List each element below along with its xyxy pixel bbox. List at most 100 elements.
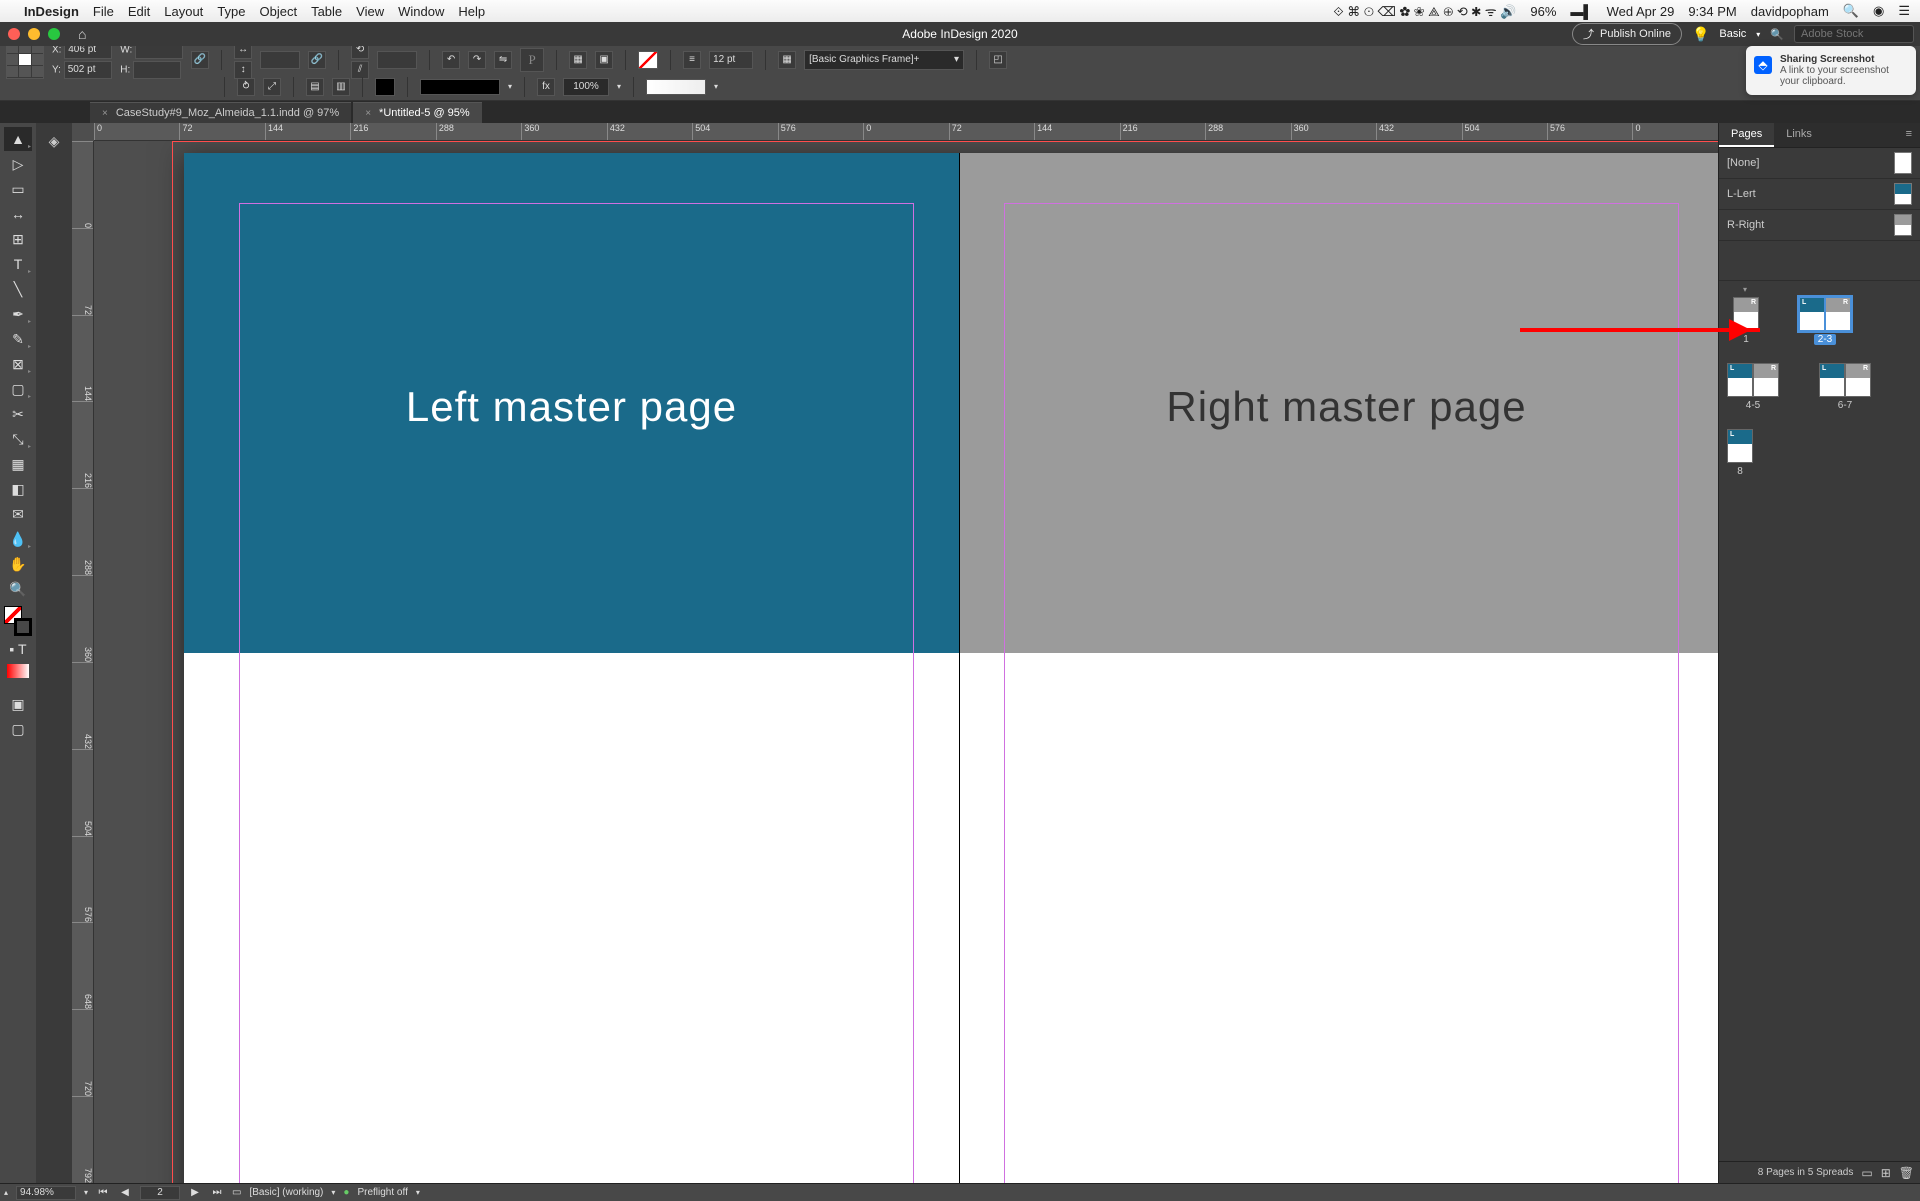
zoom-level-field[interactable]: 94.98% xyxy=(16,1186,76,1200)
document-canvas[interactable]: 0721442162883604325045760721442162883604… xyxy=(72,123,1718,1183)
help-icon[interactable]: 💡 xyxy=(1692,26,1709,43)
menu-file[interactable]: File xyxy=(93,4,114,19)
effects-preview[interactable] xyxy=(646,79,706,95)
apply-gradient-icon[interactable] xyxy=(7,664,29,678)
menu-layout[interactable]: Layout xyxy=(164,4,203,19)
scissors-tool[interactable]: ✂ xyxy=(4,402,32,426)
paragraph-icon[interactable]: P xyxy=(520,48,544,72)
current-page-field[interactable]: 2 xyxy=(140,1186,180,1200)
apply-color-icon[interactable]: ▪ T xyxy=(4,637,32,661)
notification-center-icon[interactable]: ☰ xyxy=(1898,3,1910,19)
horizontal-ruler[interactable]: 0721442162883604325045760721442162883604… xyxy=(94,123,1718,141)
app-name[interactable]: InDesign xyxy=(24,4,79,19)
flip-both-icon[interactable]: ⤢ xyxy=(263,78,281,96)
adobe-stock-search[interactable] xyxy=(1794,25,1914,43)
constrain-scale-icon[interactable]: 🔗 xyxy=(308,51,326,69)
right-page-text[interactable]: Right master page xyxy=(959,383,1718,431)
layers-panel-icon[interactable]: ◈ xyxy=(42,129,66,153)
chevron-down-icon[interactable]: ▾ xyxy=(1743,285,1747,294)
effects-icon[interactable]: fx xyxy=(537,78,555,96)
stroke-style-dropdown[interactable] xyxy=(420,79,500,95)
constrain-icon[interactable]: 🔗 xyxy=(191,51,209,69)
chevron-down-icon[interactable]: ▾ xyxy=(84,1188,88,1197)
master-item[interactable]: L-Lert xyxy=(1719,179,1920,210)
menu-table[interactable]: Table xyxy=(311,4,342,19)
stroke-weight-field[interactable] xyxy=(709,51,753,69)
gap-tool[interactable]: ↔ xyxy=(4,202,32,226)
left-page[interactable]: Left master page 2 xyxy=(184,153,959,1183)
stroke-swatch[interactable] xyxy=(375,78,395,96)
panel-menu-icon[interactable]: ≡ xyxy=(1898,123,1920,147)
menubar-extra-icons[interactable]: ⟐ ⌘ ⊙ ⌫ ✿ ❀ ⟁ ⊕ ⟲ ✱ ᯤ 🔊 xyxy=(1333,2,1516,20)
note-tool[interactable]: ✉ xyxy=(4,502,32,526)
menu-edit[interactable]: Edit xyxy=(128,4,150,19)
page-thumb[interactable]: LR 6-7 xyxy=(1819,363,1871,411)
select-container-icon[interactable]: ▦ xyxy=(569,51,587,69)
selection-tool[interactable]: ▲▸ xyxy=(4,127,32,151)
text-wrap-icon[interactable]: ▦ xyxy=(778,51,796,69)
publish-online-button[interactable]: ⤴ Publish Online xyxy=(1572,23,1682,45)
eyedropper-tool[interactable]: 💧▸ xyxy=(4,527,32,551)
workspace-switcher[interactable]: Basic xyxy=(1719,28,1746,40)
object-style-dropdown[interactable]: [Basic Graphics Frame]+▾ xyxy=(804,50,964,70)
y-field[interactable] xyxy=(64,61,112,79)
pencil-tool[interactable]: ✎▸ xyxy=(4,327,32,351)
scale-y-icon[interactable]: ↕ xyxy=(234,61,252,79)
free-transform-tool[interactable]: ⤡▸ xyxy=(4,427,32,451)
close-icon[interactable]: × xyxy=(365,108,371,119)
flip-v-icon[interactable]: ⥁ xyxy=(237,78,255,96)
master-item[interactable]: R-Right xyxy=(1719,210,1920,241)
gradient-swatch-tool[interactable]: ▦ xyxy=(4,452,32,476)
rotate-field[interactable] xyxy=(377,51,417,69)
hand-tool[interactable]: ✋ xyxy=(4,552,32,576)
rotate-cw-icon[interactable]: ↷ xyxy=(468,51,486,69)
content-collector-tool[interactable]: ⊞ xyxy=(4,227,32,251)
tab-links[interactable]: Links xyxy=(1774,123,1824,147)
line-tool[interactable]: ╲ xyxy=(4,277,32,301)
siri-icon[interactable]: ◉ xyxy=(1873,3,1884,19)
home-icon[interactable]: ⌂ xyxy=(78,26,86,42)
edit-page-size-icon[interactable]: ▭ xyxy=(1861,1166,1872,1180)
layer-status[interactable]: [Basic] (working) xyxy=(249,1187,323,1198)
close-icon[interactable]: × xyxy=(102,108,108,119)
prev-page-button[interactable]: ◀ xyxy=(118,1187,132,1198)
pen-tool[interactable]: ✒▸ xyxy=(4,302,32,326)
reference-point-grid[interactable] xyxy=(6,41,44,79)
rectangle-frame-tool[interactable]: ⊠▸ xyxy=(4,352,32,376)
panel-divider[interactable] xyxy=(1719,241,1920,281)
user-label[interactable]: davidpopham xyxy=(1751,4,1829,19)
next-page-button[interactable]: ▶ xyxy=(188,1187,202,1198)
page-thumb[interactable]: L 8 xyxy=(1727,429,1753,477)
close-window-button[interactable] xyxy=(8,28,20,40)
type-tool[interactable]: T▸ xyxy=(4,252,32,276)
open-dialog-icon[interactable]: ▭ xyxy=(232,1187,241,1198)
fill-stroke-toggle[interactable] xyxy=(4,606,32,636)
menu-help[interactable]: Help xyxy=(458,4,485,19)
menu-window[interactable]: Window xyxy=(398,4,444,19)
view-mode-preview[interactable]: ▢ xyxy=(4,717,32,741)
opacity-field[interactable]: 100% xyxy=(563,78,609,96)
preflight-status[interactable]: Preflight off xyxy=(357,1187,407,1198)
last-page-button[interactable]: ⏭ xyxy=(210,1187,224,1198)
vertical-ruler[interactable]: 072144216288360432504576648720792 xyxy=(72,141,94,1183)
menu-object[interactable]: Object xyxy=(260,4,298,19)
gradient-feather-tool[interactable]: ◧ xyxy=(4,477,32,501)
rotate-ccw-icon[interactable]: ↶ xyxy=(442,51,460,69)
corner-options-icon[interactable]: ◰ xyxy=(989,51,1007,69)
first-page-button[interactable]: ⏮ xyxy=(96,1187,110,1198)
left-page-text[interactable]: Left master page xyxy=(184,383,959,431)
preflight-status-icon[interactable]: ● xyxy=(343,1187,349,1198)
scale-x-field[interactable] xyxy=(260,51,300,69)
h-field[interactable] xyxy=(133,61,181,79)
minimize-window-button[interactable] xyxy=(28,28,40,40)
right-page[interactable]: Right master page 3 xyxy=(959,153,1718,1183)
pages-thumbnails[interactable]: ▾ R 1 LR 2-3 LR 4-5 LR 6-7 L 8 xyxy=(1719,281,1920,1161)
page-thumb[interactable]: LR 2-3 xyxy=(1799,297,1851,345)
shear-icon[interactable]: ⫽ xyxy=(351,61,369,79)
page-tool[interactable]: ▭ xyxy=(4,177,32,201)
fill-swatch[interactable] xyxy=(638,51,658,69)
distribute-icon[interactable]: ▥ xyxy=(332,78,350,96)
new-page-icon[interactable]: ⊞ xyxy=(1881,1166,1891,1180)
view-mode-normal[interactable]: ▣ xyxy=(4,692,32,716)
spotlight-icon[interactable]: 🔍 xyxy=(1843,3,1859,19)
